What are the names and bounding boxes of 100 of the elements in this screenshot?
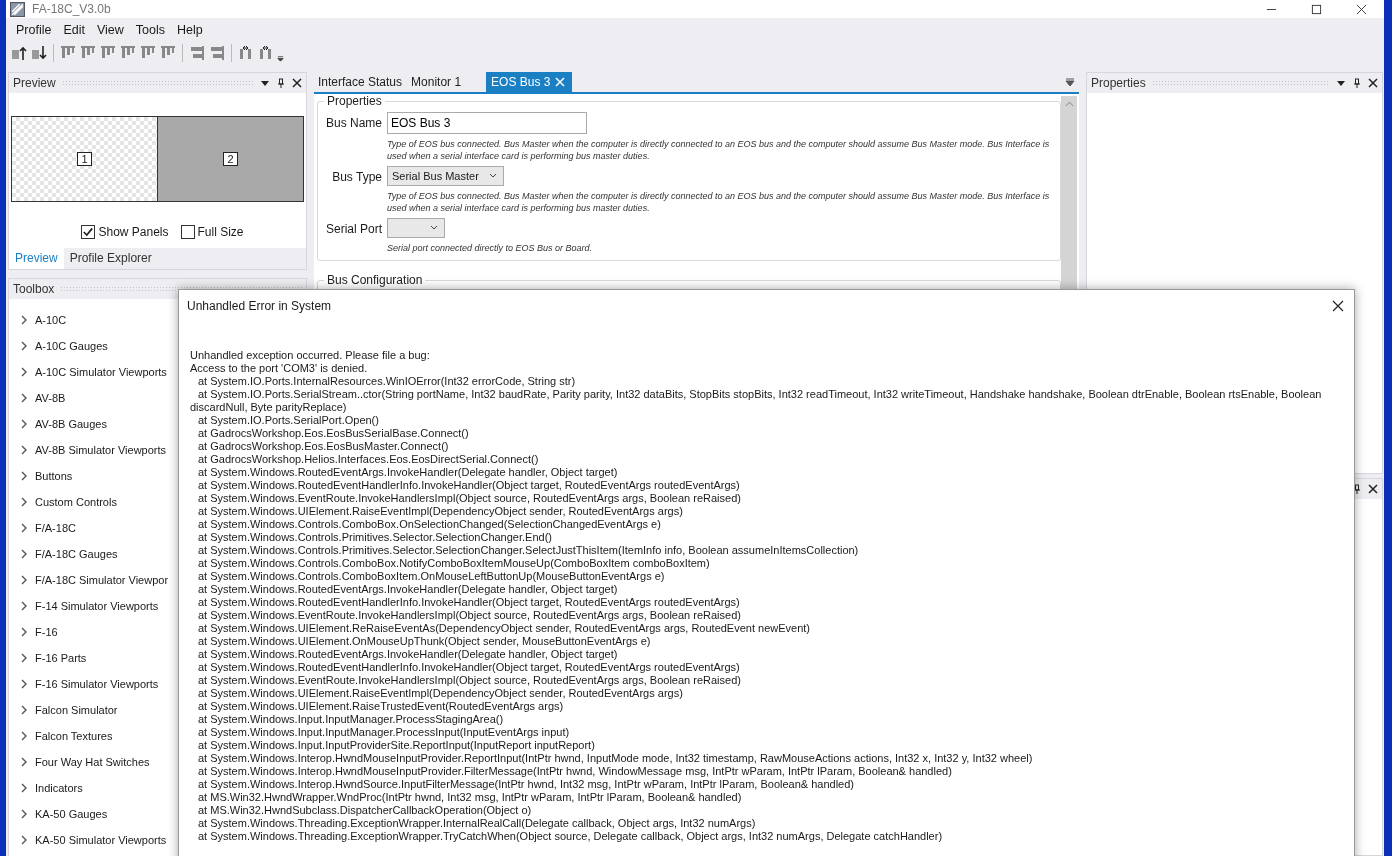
close-icon[interactable]: [1356, 3, 1367, 15]
toolbox-category[interactable]: Falcon Textures: [35, 730, 113, 742]
toolbox-category[interactable]: AV-8B Simulator Viewports: [35, 444, 167, 456]
chevron-right-icon[interactable]: [21, 627, 27, 637]
stack-trace-line: at System.Windows.Input.InputManager.ProcessStagingArea(): [197, 713, 505, 726]
chevron-right-icon[interactable]: [21, 445, 27, 455]
stack-icon[interactable]: [188, 44, 206, 62]
chevron-right-icon[interactable]: [21, 497, 27, 507]
chevron-right-icon[interactable]: [21, 835, 27, 845]
pin-icon[interactable]: [1352, 78, 1362, 88]
stack-trace-line: at System.Windows.RoutedEventHandlerInfo.InvokeHandler(Object target, RoutedEventArgs routedEventArgs): [197, 661, 741, 674]
chevron-right-icon[interactable]: [21, 523, 27, 533]
close-icon[interactable]: [292, 78, 302, 88]
document-tab[interactable]: Interface Status: [316, 72, 410, 92]
window-title: FA-18C_V3.0b: [32, 2, 111, 16]
toolbox-category[interactable]: AV-8B: [35, 392, 66, 404]
help-text: Type of EOS bus connected. Bus Master when the computer is directly connected to an EOS bus and the computer should assume Bus Master mode. Bus Interface is used when a serial interface card is performing bus master duties.: [387, 190, 1051, 214]
tab-list-icon[interactable]: [1065, 77, 1075, 87]
layer-down-icon[interactable]: [30, 44, 48, 62]
menu-item[interactable]: Tools: [129, 19, 172, 41]
chevron-right-icon[interactable]: [21, 419, 27, 429]
stack-trace-line: at GadrocsWorkshop.Helios.Interfaces.Eos.EosDirectSerial.Connect(): [197, 453, 540, 466]
toolbox-category[interactable]: Falcon Simulator: [35, 704, 118, 716]
toolbox-category[interactable]: Four Way Hat Switches: [35, 756, 150, 768]
toolbox-category[interactable]: A-10C Simulator Viewports: [35, 366, 167, 378]
chevron-right-icon[interactable]: [21, 471, 27, 481]
stack-trace-line: at System.Windows.UIElement.RaiseTrustedEvent(RoutedEventArgs args): [197, 700, 565, 713]
menu-item[interactable]: Help: [171, 19, 209, 41]
caret-icon: [488, 173, 497, 179]
chevron-right-icon[interactable]: [21, 679, 27, 689]
chevron-right-icon[interactable]: [21, 757, 27, 767]
stack-trace-line: at System.Windows.EventRoute.InvokeHandlersImpl(Object source, RoutedEventArgs args, Boolean reRaised): [197, 674, 742, 687]
tab[interactable]: Preview: [9, 248, 64, 269]
chevron-right-icon[interactable]: [21, 601, 27, 611]
close-icon[interactable]: [1368, 78, 1378, 88]
dropdown[interactable]: Serial Bus Master: [387, 166, 504, 186]
menu-item[interactable]: Profile: [10, 19, 58, 41]
toolbox-category[interactable]: F/A-18C Gauges: [35, 548, 118, 560]
toolbox-category[interactable]: F-16: [35, 626, 58, 638]
toolbox-category[interactable]: AV-8B Gauges: [35, 418, 107, 430]
chevron-right-icon[interactable]: [21, 315, 27, 325]
checkbox[interactable]: [180, 225, 195, 239]
field-label: Bus Type: [331, 169, 382, 186]
stack-trace-line: at System.IO.Ports.SerialPort.Open(): [197, 414, 380, 427]
document-tab[interactable]: Monitor 1: [409, 72, 469, 92]
stack-trace-line: at System.Windows.Threading.ExceptionWrapper.InternalRealCall(Delegate callback, Object args, Int32 numArgs): [197, 817, 757, 830]
field-label: Serial Port: [324, 221, 382, 238]
chevron-right-icon[interactable]: [21, 705, 27, 715]
chevron-right-icon[interactable]: [21, 783, 27, 793]
checkbox[interactable]: [81, 225, 96, 239]
stack-trace-line: at System.Windows.Input.InputProviderSite.ReportInput(InputReport inputReport): [197, 739, 596, 752]
toolbox-category[interactable]: KA-50 Gauges: [35, 808, 108, 820]
chevron-right-icon[interactable]: [21, 653, 27, 663]
pin-icon[interactable]: [1352, 484, 1362, 494]
chevron-right-icon[interactable]: [21, 731, 27, 741]
close-icon[interactable]: [1332, 300, 1344, 312]
dropdown-icon[interactable]: [260, 78, 270, 88]
overflow-chevron-icon[interactable]: [277, 54, 284, 62]
stack-icon[interactable]: [208, 44, 226, 62]
panel-title: Properties: [1091, 76, 1146, 90]
stack-trace-line: at System.Windows.RoutedEventArgs.InvokeHandler(Delegate handler, Object target): [197, 466, 619, 479]
stack-trace-line: at System.Windows.Controls.ComboBox.OnSelectionChanged(SelectionChangedEventArgs e): [197, 518, 662, 531]
dropdown-icon[interactable]: [1336, 78, 1346, 88]
text-field[interactable]: EOS Bus 3: [387, 112, 587, 134]
checkbox-label: Full Size: [197, 225, 244, 239]
toolbox-category[interactable]: A-10C: [35, 314, 67, 326]
document-tab[interactable]: EOS Bus 3: [486, 72, 573, 92]
monitor-number: 2: [223, 152, 238, 166]
toolbox-category[interactable]: F/A-18C: [35, 522, 76, 534]
stack-trace-line: at System.Windows.Controls.ComboBoxItem.OnMouseLeftButtonUp(MouseButtonEventArgs e): [197, 570, 666, 583]
group-title: Bus Configuration: [326, 273, 424, 287]
chevron-right-icon[interactable]: [21, 367, 27, 377]
close-icon[interactable]: [1368, 484, 1378, 494]
chevron-right-icon[interactable]: [21, 575, 27, 585]
maximize-icon[interactable]: [1311, 3, 1322, 15]
toolbox-category[interactable]: Custom Controls: [35, 496, 117, 508]
layer-up-icon[interactable]: [10, 44, 28, 62]
pin-icon[interactable]: [276, 78, 286, 88]
chevron-right-icon[interactable]: [21, 393, 27, 403]
toolbox-category[interactable]: F/A-18C Simulator Viewpor: [35, 574, 169, 586]
toolbox-category[interactable]: A-10C Gauges: [35, 340, 108, 352]
monitor-panel[interactable]: 2: [158, 117, 303, 201]
stack-trace-line: at MS.Win32.HwndWrapper.WndProc(IntPtr hwnd, Int32 msg, IntPtr wParam, IntPtr lParam, Boolean& handled): [197, 791, 743, 804]
toolbox-category[interactable]: KA-50 Simulator Viewports: [35, 834, 167, 846]
stack-trace-line: at System.Windows.RoutedEventArgs.InvokeHandler(Delegate handler, Object target): [197, 648, 619, 661]
toolbox-category[interactable]: Indicators: [35, 782, 83, 794]
stack-trace-line: at System.Windows.RoutedEventHandlerInfo.InvokeHandler(Object target, RoutedEventArgs routedEventArgs): [197, 479, 741, 492]
transparent-monitor-panel[interactable]: 1: [12, 117, 158, 201]
toolbox-category[interactable]: F-16 Parts: [35, 652, 87, 664]
chevron-right-icon[interactable]: [21, 809, 27, 819]
menu-item[interactable]: View: [91, 19, 130, 41]
tab[interactable]: Profile Explorer: [63, 248, 158, 269]
toolbox-category[interactable]: Buttons: [35, 470, 73, 482]
toolbox-category[interactable]: F-14 Simulator Viewports: [35, 600, 159, 612]
menu-item[interactable]: Edit: [57, 19, 91, 41]
stack-trace-line: at System.IO.Ports.SerialStream..ctor(String portName, Int32 baudRate, Parity parity, Int32 dataBits, StopBits stopBits, Int32 readTimeout, Int32 writeTimeout, Handshake handshake, Boolean dtrEnable, Boolean rtsEnable, Boolean discardNull, Byte parityReplace): [190, 388, 1323, 414]
chevron-right-icon[interactable]: [21, 549, 27, 559]
field-label: Bus Name: [324, 115, 382, 132]
chevron-right-icon[interactable]: [21, 341, 27, 351]
toolbox-category[interactable]: F-16 Simulator Viewports: [35, 678, 159, 690]
